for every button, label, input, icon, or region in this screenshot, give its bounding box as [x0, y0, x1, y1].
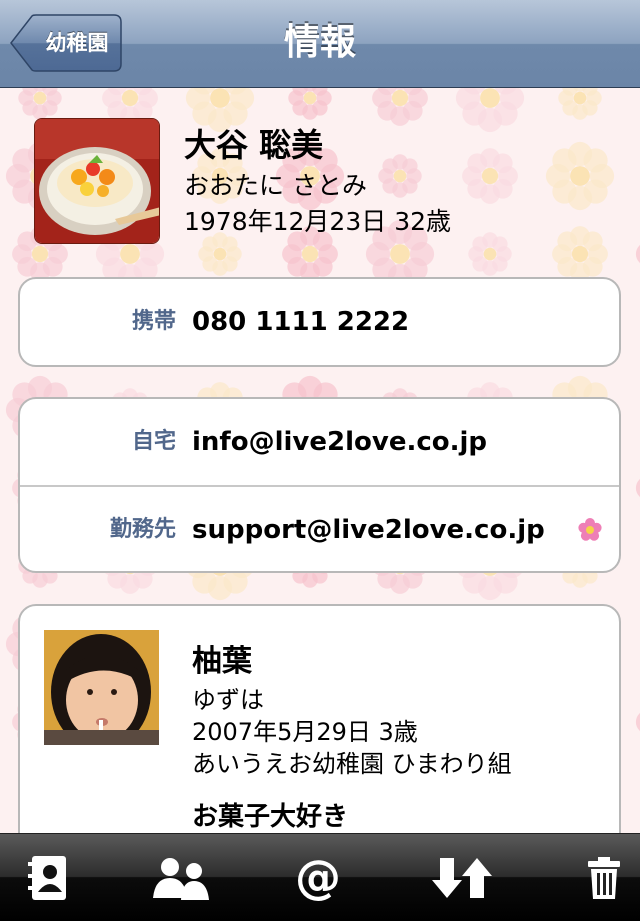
email-group: 自宅 info@live2love.co.jp 勤務先 support@live…	[18, 397, 621, 573]
back-button-label: 幼稚園	[34, 14, 120, 72]
email-label: 勤務先	[20, 487, 176, 573]
flower-decoration	[468, 232, 511, 275]
flower-decoration	[288, 88, 331, 120]
address-book-button[interactable]	[0, 834, 96, 921]
child-portrait	[44, 630, 159, 745]
at-icon: @	[295, 855, 341, 901]
flower-decoration	[636, 688, 640, 756]
child-birthdate: 2007年5月29日 3歳	[192, 712, 418, 747]
profile-photo[interactable]	[34, 118, 160, 244]
child-note: お菓子大好き	[192, 796, 348, 833]
phone-row[interactable]: 携帯 080 1111 2222	[20, 279, 619, 365]
email-row-home[interactable]: 自宅 info@live2love.co.jp	[20, 399, 619, 485]
child-school: あいうえお幼稚園 ひまわり組	[192, 744, 512, 779]
sort-icon	[432, 856, 492, 900]
email-label: 自宅	[20, 399, 176, 485]
child-name: 柚葉	[192, 636, 252, 680]
email-value: info@live2love.co.jp	[192, 399, 487, 485]
flower-decoration	[636, 220, 640, 288]
flower-decoration	[462, 148, 518, 204]
group-icon	[151, 856, 213, 900]
phone-label: 携帯	[20, 279, 176, 365]
trash-icon	[587, 857, 621, 899]
email-value: support@live2love.co.jp	[192, 487, 545, 573]
email-button[interactable]: @	[270, 834, 366, 921]
flower-decoration	[372, 88, 428, 126]
svg-text:@: @	[295, 855, 341, 901]
contact-name: 大谷 聡美	[184, 120, 323, 166]
sort-button[interactable]	[414, 834, 510, 921]
dessert-photo	[35, 119, 160, 244]
flower-decoration	[552, 226, 608, 282]
child-group[interactable]: 柚葉 ゆずは 2007年5月29日 3歳 あいうえお幼稚園 ひまわり組 お菓子大…	[18, 604, 621, 864]
bottom-toolbar: @	[0, 833, 640, 921]
navigation-bar: 幼稚園 情報	[0, 0, 640, 88]
flower-decoration	[546, 142, 614, 210]
child-kana: ゆずは	[192, 680, 264, 715]
flower-decoration	[636, 454, 640, 522]
flower-decoration	[378, 154, 421, 197]
back-button[interactable]: 幼稚園	[10, 14, 122, 72]
delete-button[interactable]	[556, 834, 640, 921]
page-title: 情報	[180, 0, 460, 88]
flower-icon	[577, 517, 603, 543]
phone-value: 080 1111 2222	[192, 279, 409, 365]
contact-birthdate: 1978年12月23日 32歳	[184, 202, 451, 238]
email-row-work[interactable]: 勤務先 support@live2love.co.jp	[20, 485, 619, 573]
contact-kana: おおたに さとみ	[184, 166, 367, 202]
phone-group: 携帯 080 1111 2222	[18, 277, 621, 367]
flower-decoration	[18, 88, 61, 120]
flower-decoration	[456, 88, 524, 132]
flower-decoration	[198, 232, 241, 275]
address-book-icon	[26, 854, 70, 902]
child-photo	[44, 630, 159, 745]
group-button[interactable]	[134, 834, 230, 921]
flower-decoration	[558, 88, 601, 120]
